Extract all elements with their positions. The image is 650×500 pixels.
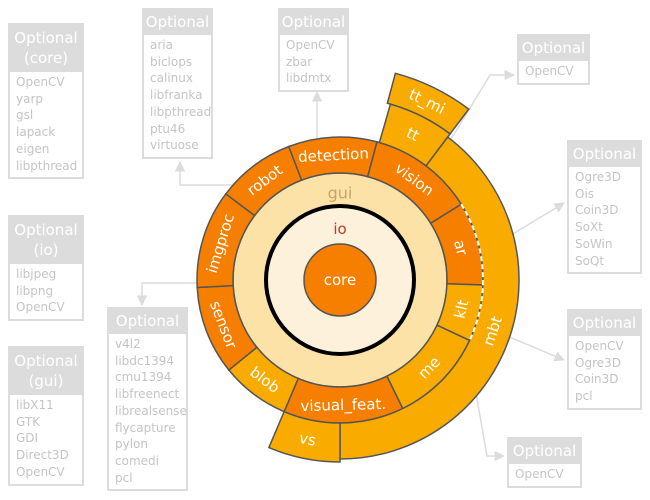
dependency-item: yarp	[16, 91, 44, 106]
box-body: OpenCV	[519, 61, 588, 83]
dependency-item: libpthread	[16, 158, 78, 173]
dependency-item: libX11	[16, 398, 54, 412]
dependency-item: eigen	[16, 141, 50, 156]
box-title: Optional	[14, 29, 78, 47]
box-body: Ogre3D Ois Coin3D SoXt SoWin SoQt	[569, 167, 640, 272]
mbt-connector	[504, 334, 565, 362]
optional-deps-box-robot: Optional aria biclops calinux libfranka libpt…	[142, 8, 213, 159]
dependency-item: Ois	[575, 186, 595, 201]
label-detection: detection	[298, 144, 370, 166]
box-header: Optional	[519, 36, 588, 61]
box-header: Optional	[509, 439, 580, 464]
dependency-item: OpenCV	[16, 300, 65, 315]
dependency-item: Ogre3D	[575, 170, 621, 184]
box-header: Optional	[280, 10, 347, 35]
core-label: core	[324, 271, 357, 289]
box-title: Optional	[572, 145, 637, 163]
optional-deps-box-detection: Optional OpenCV zbar libdmtx	[278, 8, 349, 93]
dependency-item: zbar	[286, 54, 313, 69]
dependency-item: OpenCV	[515, 467, 564, 481]
dependency-item: comedi	[115, 453, 159, 468]
box-body: OpenCV zbar libdmtx	[280, 35, 347, 90]
box-title: Optional	[14, 352, 78, 370]
robot-connector	[174, 160, 232, 186]
dependency-item: ptu46	[150, 121, 186, 136]
dependency-item: OpenCV	[16, 75, 65, 89]
gui-label: gui	[328, 184, 353, 203]
box-title: Optional	[281, 13, 346, 31]
dependency-item: lapack	[16, 125, 56, 140]
box-subtitle: (gui)	[28, 372, 64, 390]
dependency-item: pylon	[115, 437, 148, 452]
box-header: Optional (io)	[10, 217, 82, 264]
dependency-item: biclops	[150, 54, 193, 69]
box-header: Optional	[144, 10, 211, 35]
box-subtitle: (core)	[23, 49, 69, 67]
dependency-item: libjpeg	[16, 267, 57, 281]
dependency-item: librealsense	[115, 403, 187, 418]
dependency-item: GTK	[16, 414, 41, 429]
dependency-item: Ogre3D	[575, 355, 621, 370]
box-body: OpenCV	[509, 464, 580, 486]
dependency-item: OpenCV	[575, 339, 624, 353]
dependency-item: libpng	[16, 283, 54, 298]
box-title: Optional	[145, 13, 210, 31]
box-title: Optional	[115, 312, 180, 330]
box-title: Optional	[572, 314, 637, 332]
optional-deps-box-klt: Optional OpenCV	[507, 437, 582, 488]
dependency-item: Coin3D	[575, 203, 619, 218]
dependency-item: OpenCV	[525, 64, 574, 78]
optional-deps-box-ar: Optional Ogre3D Ois Coin3D SoXt SoWin SoQt	[567, 140, 642, 275]
dependency-item: flycapture	[115, 420, 176, 435]
dependency-item: pcl	[575, 389, 593, 404]
box-body: aria biclops calinux libfranka libpthread ptu…	[144, 35, 211, 157]
dependency-item: GDI	[16, 431, 39, 446]
dependency-item: Coin3D	[575, 372, 619, 387]
dependency-item: OpenCV	[286, 38, 335, 52]
box-header: Optional (core)	[10, 25, 82, 72]
dependency-item: v4l2	[115, 337, 141, 351]
box-title: Optional	[521, 39, 586, 57]
dependency-item: SoXt	[575, 220, 603, 235]
dependency-item: calinux	[150, 71, 193, 86]
box-header: Optional	[569, 311, 640, 336]
dependency-item: libfranka	[150, 88, 203, 103]
dependency-item: OpenCV	[16, 464, 65, 479]
box-body: libjpeg libpng OpenCV	[10, 264, 82, 319]
box-header: Optional (gui)	[10, 348, 82, 395]
dependency-item: libdc1394	[115, 353, 175, 368]
io-label: io	[333, 220, 346, 238]
box-title: Optional	[512, 442, 577, 460]
dependency-item: libfreenect	[115, 387, 180, 402]
optional-deps-box-core: Optional (core) OpenCV yarp gsl lapack eigen li…	[8, 23, 84, 180]
box-header: Optional	[109, 309, 186, 334]
optional-deps-box-sensor: Optional v4l2 libdc1394 cmu1394 libfreenect l…	[107, 307, 188, 492]
dependency-item: Direct3D	[16, 448, 69, 463]
dependency-item: cmu1394	[115, 370, 172, 385]
box-body: v4l2 libdc1394 cmu1394 libfreenect librealse…	[109, 334, 187, 489]
optional-deps-box-mbt: Optional OpenCV Ogre3D Coin3D pcl	[567, 309, 642, 410]
box-header: Optional	[569, 142, 640, 167]
box-subtitle: (io)	[33, 241, 59, 259]
dependency-item: SoQt	[575, 253, 605, 268]
label-visual-feat: visual_feat.	[300, 395, 386, 416]
dependency-item: virtuose	[150, 138, 199, 153]
optional-deps-box-vision: Optional OpenCV	[517, 34, 590, 85]
dependency-item: gsl	[16, 108, 34, 123]
optional-deps-box-gui: Optional (gui) libX11 GTK GDI Direct3D OpenCV	[8, 346, 84, 486]
dependency-item: aria	[150, 38, 173, 52]
box-body: OpenCV Ogre3D Coin3D pcl	[569, 336, 640, 408]
optional-deps-box-io: Optional (io) libjpeg libpng OpenCV	[8, 215, 84, 322]
box-body: OpenCV yarp gsl lapack eigen libpthread	[10, 72, 82, 177]
dependency-item: pcl	[115, 470, 133, 485]
dependency-item: SoWin	[575, 236, 613, 251]
box-title: Optional	[14, 221, 78, 239]
dependency-item: libpthread	[150, 104, 212, 119]
dependency-item: libdmtx	[286, 71, 332, 86]
box-body: libX11 GTK GDI Direct3D OpenCV	[10, 395, 82, 484]
